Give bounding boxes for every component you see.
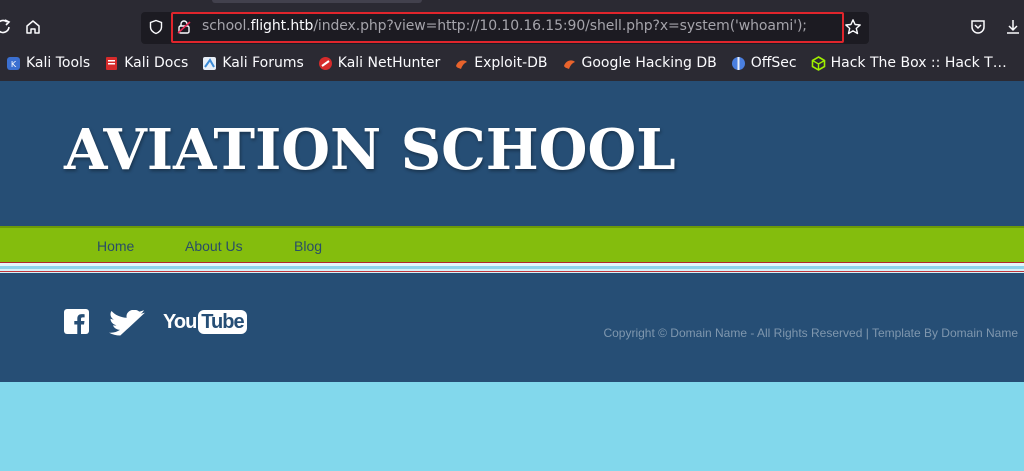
bookmark-label: Kali NetHunter: [337, 55, 441, 71]
youtube-text: You: [163, 310, 197, 333]
site-nav: Home About Us Blog: [0, 226, 1024, 263]
kali-forums-icon: [202, 56, 217, 71]
bookmark-exploit-db[interactable]: Exploit-DB: [454, 55, 548, 71]
nav-home[interactable]: Home: [97, 238, 134, 254]
url-host: flight.htb: [250, 18, 314, 34]
url-path: /index.php?view=http://10.10.16.15:90/sh…: [313, 18, 807, 34]
kali-nethunter-icon: [318, 56, 333, 71]
bookmark-kali-nethunter[interactable]: Kali NetHunter: [318, 55, 440, 71]
url-text[interactable]: school.flight.htb/index.php?view=http://…: [202, 18, 807, 34]
nav-about-us[interactable]: About Us: [185, 238, 243, 254]
bookmark-label: Kali Tools: [26, 55, 91, 71]
browser-toolbar: school.flight.htb/index.php?view=http://…: [0, 0, 1024, 81]
bookmark-google-hacking-db[interactable]: Google Hacking DB: [562, 55, 717, 71]
bookmark-star-icon[interactable]: [841, 15, 865, 39]
reload-icon[interactable]: [0, 15, 16, 39]
nav-blog[interactable]: Blog: [294, 238, 322, 254]
bookmark-kali-docs[interactable]: Kali Docs: [104, 55, 188, 71]
home-icon[interactable]: [21, 15, 45, 39]
site-footer: You Tube Copyright © Domain Name - All R…: [0, 273, 1024, 382]
youtube-icon[interactable]: You Tube: [163, 309, 247, 335]
facebook-icon[interactable]: [64, 309, 89, 338]
bookmark-label: OffSec: [750, 55, 797, 71]
url-prefix: school.: [202, 18, 251, 34]
insecure-lock-icon[interactable]: [172, 15, 196, 39]
kali-tools-icon: K: [6, 56, 21, 71]
copyright-text: Copyright © Domain Name - All Rights Res…: [603, 326, 1018, 340]
page-content: AVIATION SCHOOL Home About Us Blog You T…: [0, 81, 1024, 471]
bookmark-label: Kali Docs: [124, 55, 189, 71]
bookmark-hack-the-box[interactable]: Hack The Box :: Hack T…: [811, 55, 1007, 71]
youtube-box-text: Tube: [201, 310, 244, 333]
bookmark-label: Google Hacking DB: [581, 55, 717, 71]
bookmark-kali-forums[interactable]: Kali Forums: [202, 55, 304, 71]
pocket-icon[interactable]: [966, 15, 990, 39]
exploit-db-icon: [454, 56, 469, 71]
svg-text:K: K: [11, 60, 17, 69]
tracking-protection-shield-icon[interactable]: [144, 15, 168, 39]
twitter-icon[interactable]: [108, 309, 146, 340]
kali-docs-icon: [104, 56, 119, 71]
downloads-icon[interactable]: [1001, 15, 1024, 39]
youtube-box: Tube: [198, 310, 247, 334]
bookmark-kali-tools[interactable]: K Kali Tools: [6, 55, 90, 71]
active-tab-edge[interactable]: [212, 0, 422, 3]
page-background: [0, 382, 1024, 471]
google-hacking-db-icon: [562, 56, 577, 71]
bookmarks-toolbar: K Kali Tools Kali Docs Kali Forums Kali …: [0, 50, 1024, 76]
offsec-icon: [731, 56, 746, 71]
site-header: AVIATION SCHOOL: [0, 81, 1024, 226]
bookmark-label: Exploit-DB: [474, 55, 548, 71]
hack-the-box-icon: [811, 55, 826, 71]
decorative-stripe: [0, 263, 1024, 273]
site-title: AVIATION SCHOOL: [64, 117, 676, 183]
bookmark-label: Kali Forums: [222, 55, 304, 71]
bookmark-offsec[interactable]: OffSec: [731, 55, 797, 71]
bookmark-label: Hack The Box :: Hack T…: [830, 55, 1007, 71]
